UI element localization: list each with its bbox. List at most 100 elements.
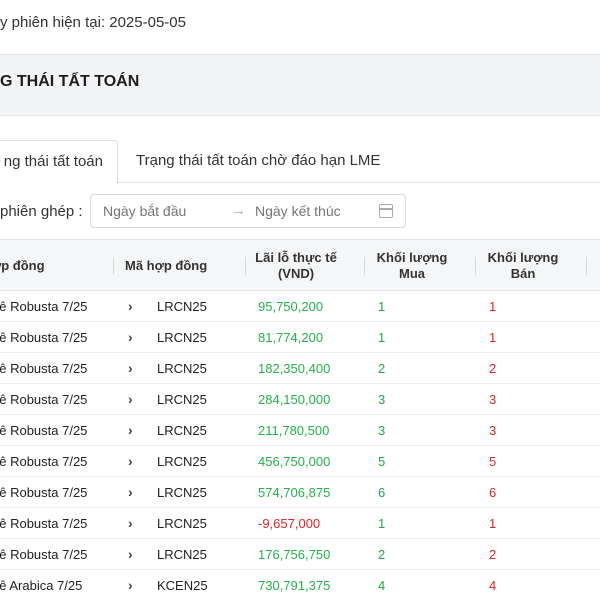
- panel-title: G THÁI TẤT TOÁN: [0, 73, 140, 90]
- table-row[interactable]: hê Arabica 7/25 › KCEN25 730,791,375 4 4: [0, 570, 600, 600]
- calendar-icon[interactable]: [379, 204, 393, 218]
- column-header-realized-pnl[interactable]: Lãi lỗ thực tế (VND): [250, 240, 342, 292]
- buy-volume-cell: 2: [378, 361, 386, 376]
- column-header-contract-code[interactable]: Mã hợp đồng: [125, 240, 207, 292]
- contract-code-cell: LRCN25: [157, 299, 207, 314]
- column-divider: [586, 257, 587, 275]
- realized-pnl-cell: 81,774,200: [258, 330, 324, 345]
- contract-name-cell: hê Robusta 7/25: [0, 454, 88, 469]
- buy-volume-cell: 1: [378, 516, 386, 531]
- table-row[interactable]: hê Robusta 7/25 › LRCN25 284,150,000 3 3: [0, 384, 600, 415]
- realized-pnl-cell: 730,791,375: [258, 578, 331, 593]
- tab-bar: ng thái tất toán Trạng thái tất toán chờ…: [0, 140, 600, 184]
- contract-code-cell: LRCN25: [157, 485, 207, 500]
- end-date-input[interactable]: [255, 203, 375, 219]
- contract-name-cell: hê Robusta 7/25: [0, 423, 88, 438]
- table-row[interactable]: hê Robusta 7/25 › LRCN25 211,780,500 3 3: [0, 415, 600, 446]
- table-body: hê Robusta 7/25 › LRCN25 95,750,200 1 1 …: [0, 291, 600, 600]
- chevron-right-icon[interactable]: ›: [128, 322, 133, 353]
- realized-pnl-cell: 182,350,400: [258, 361, 331, 376]
- filter-row: phiên ghép : →: [0, 194, 600, 228]
- buy-volume-cell: 5: [378, 454, 386, 469]
- pnl-header-line2: (VND): [277, 266, 315, 281]
- realized-pnl-cell: 456,750,000: [258, 454, 331, 469]
- chevron-right-icon[interactable]: ›: [128, 508, 133, 539]
- sell-volume-cell: 3: [489, 423, 497, 438]
- contract-code-cell: LRCN25: [157, 392, 207, 407]
- panel-header: G THÁI TẤT TOÁN: [0, 54, 600, 116]
- table-row[interactable]: hê Robusta 7/25 › LRCN25 574,706,875 6 6: [0, 477, 600, 508]
- tab-lme-pending-settlement[interactable]: Trạng thái tất toán chờ đáo hạn LME: [136, 140, 380, 183]
- contract-code-cell: LRCN25: [157, 454, 207, 469]
- table-row[interactable]: hê Robusta 7/25 › LRCN25 456,750,000 5 5: [0, 446, 600, 477]
- tab-settlement-status[interactable]: ng thái tất toán: [0, 140, 118, 184]
- table-row[interactable]: hê Robusta 7/25 › LRCN25 95,750,200 1 1: [0, 291, 600, 322]
- sell-header-line2: Bán: [510, 266, 536, 281]
- match-session-label: phiên ghép :: [0, 203, 83, 220]
- contract-code-cell: KCEN25: [157, 578, 208, 593]
- sell-volume-cell: 4: [489, 578, 497, 593]
- table-row[interactable]: hê Robusta 7/25 › LRCN25 81,774,200 1 1: [0, 322, 600, 353]
- chevron-right-icon[interactable]: ›: [128, 570, 133, 600]
- table-row[interactable]: hê Robusta 7/25 › LRCN25 -9,657,000 1 1: [0, 508, 600, 539]
- chevron-right-icon[interactable]: ›: [128, 477, 133, 508]
- sell-volume-cell: 1: [489, 516, 497, 531]
- buy-volume-cell: 3: [378, 423, 386, 438]
- chevron-right-icon[interactable]: ›: [128, 446, 133, 477]
- contract-code-cell: LRCN25: [157, 423, 207, 438]
- contract-name-cell: hê Arabica 7/25: [0, 578, 83, 593]
- column-header-sell-volume[interactable]: Khối lượng Bán: [481, 240, 565, 292]
- table-row[interactable]: hê Robusta 7/25 › LRCN25 182,350,400 2 2: [0, 353, 600, 384]
- sell-volume-cell: 1: [489, 299, 497, 314]
- contract-name-cell: hê Robusta 7/25: [0, 516, 88, 531]
- buy-volume-cell: 6: [378, 485, 386, 500]
- contract-code-cell: LRCN25: [157, 330, 207, 345]
- pnl-header-line1: Lãi lỗ thực tế: [255, 250, 337, 265]
- contract-name-cell: hê Robusta 7/25: [0, 485, 88, 500]
- buy-header-line2: Mua: [399, 266, 425, 281]
- settlement-table: ợp đồng Mã hợp đồng Lãi lỗ thực tế(VND) …: [0, 239, 600, 600]
- chevron-right-icon[interactable]: ›: [128, 384, 133, 415]
- contract-name-cell: hê Robusta 7/25: [0, 547, 88, 562]
- contract-code-cell: LRCN25: [157, 547, 207, 562]
- column-divider: [364, 257, 365, 275]
- buy-volume-cell: 1: [378, 299, 386, 314]
- contract-name-cell: hê Robusta 7/25: [0, 330, 88, 345]
- buy-volume-cell: 3: [378, 392, 386, 407]
- table-row[interactable]: hê Robusta 7/25 › LRCN25 176,756,750 2 2: [0, 539, 600, 570]
- current-session-date: y phiên hiện tại: 2025-05-05: [0, 14, 186, 31]
- realized-pnl-cell: 211,780,500: [258, 423, 330, 438]
- contract-code-cell: LRCN25: [157, 361, 207, 376]
- buy-volume-cell: 4: [378, 578, 386, 593]
- contract-name-cell: hê Robusta 7/25: [0, 392, 88, 407]
- sell-volume-cell: 6: [489, 485, 497, 500]
- realized-pnl-cell: 284,150,000: [258, 392, 331, 407]
- buy-volume-cell: 2: [378, 547, 386, 562]
- contract-code-cell: LRCN25: [157, 516, 207, 531]
- realized-pnl-cell: 176,756,750: [258, 547, 331, 562]
- arrow-right-icon: →: [231, 202, 246, 219]
- column-header-contract-name[interactable]: ợp đồng: [0, 240, 45, 292]
- chevron-right-icon[interactable]: ›: [128, 353, 133, 384]
- chevron-right-icon[interactable]: ›: [128, 291, 133, 322]
- chevron-right-icon[interactable]: ›: [128, 539, 133, 570]
- column-header-buy-volume[interactable]: Khối lượng Mua: [370, 240, 454, 292]
- table-header: ợp đồng Mã hợp đồng Lãi lỗ thực tế(VND) …: [0, 239, 600, 291]
- sell-volume-cell: 3: [489, 392, 497, 407]
- buy-volume-cell: 1: [378, 330, 386, 345]
- chevron-right-icon[interactable]: ›: [128, 415, 133, 446]
- contract-name-cell: hê Robusta 7/25: [0, 361, 88, 376]
- sell-volume-cell: 1: [489, 330, 497, 345]
- buy-header-line1: Khối lượng: [376, 250, 448, 265]
- contract-name-cell: hê Robusta 7/25: [0, 299, 88, 314]
- column-divider: [475, 257, 476, 275]
- realized-pnl-cell: 95,750,200: [258, 299, 324, 314]
- column-divider: [245, 257, 246, 275]
- sell-volume-cell: 2: [489, 361, 497, 376]
- column-divider: [113, 257, 114, 275]
- sell-volume-cell: 5: [489, 454, 497, 469]
- start-date-input[interactable]: [103, 203, 223, 219]
- sell-volume-cell: 2: [489, 547, 497, 562]
- realized-pnl-cell: 574,706,875: [258, 485, 331, 500]
- date-range-picker[interactable]: →: [90, 194, 406, 228]
